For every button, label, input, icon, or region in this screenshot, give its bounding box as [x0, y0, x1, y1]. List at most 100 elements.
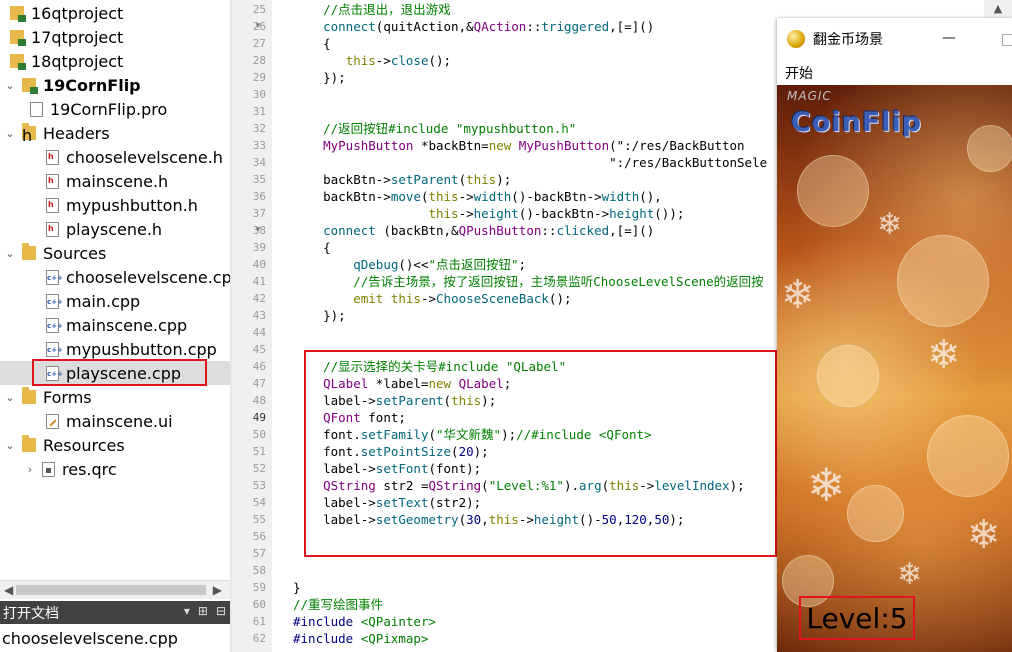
tree-horizontal-scrollbar[interactable]: ◀ ▶ — [0, 580, 230, 599]
code-line[interactable]: ":/res/BackButtonSele — [293, 154, 767, 171]
tree-item[interactable]: h mainscene.h — [0, 169, 230, 193]
tree-item-label: Headers — [43, 123, 110, 143]
bokeh-light — [797, 155, 869, 227]
tree-item[interactable]: 18qtproject — [0, 49, 230, 73]
open-documents-title: 打开文档 — [3, 605, 59, 622]
snowflake-icon: ❄ — [897, 557, 923, 592]
tree-item[interactable]: h chooselevelscene.h — [0, 145, 230, 169]
collapse-arrow-icon[interactable]: ⌄ — [4, 439, 16, 452]
snowflake-icon: ❄ — [877, 207, 903, 242]
tree-item[interactable]: ⌄ h Headers — [0, 121, 230, 145]
line-number: 29 — [252, 71, 266, 84]
bokeh-light — [847, 485, 904, 542]
collapse-arrow-icon[interactable]: ⌄ — [4, 247, 16, 260]
line-number: 27 — [252, 37, 266, 50]
code-line[interactable]: backBtn->setParent(this); — [293, 171, 511, 188]
tree-item-label: mypushbutton.cpp — [66, 339, 217, 359]
split-icon[interactable]: ⊞ — [198, 604, 208, 618]
qt-project-icon — [10, 54, 26, 70]
line-number: 30 — [252, 88, 266, 101]
expand-arrow-icon[interactable]: › — [24, 463, 36, 476]
code-line[interactable]: emit this->ChooseSceneBack(); — [293, 290, 571, 307]
open-document-item[interactable]: chooselevelscene.cpp — [0, 624, 230, 652]
editor-scroll-up-icon[interactable]: ▲ — [984, 0, 1012, 18]
scroll-left-icon[interactable]: ◀ — [4, 583, 13, 597]
game-window-title: 翻金币场景 — [813, 32, 883, 48]
code-line[interactable]: { — [293, 35, 331, 52]
code-line[interactable]: this->height()-backBtn->height()); — [293, 205, 684, 222]
code-line[interactable]: #include <QPixmap> — [293, 630, 428, 647]
code-line[interactable]: connect(quitAction,&QAction::triggered,[… — [293, 18, 654, 35]
line-number: 34 — [252, 156, 266, 169]
headers-folder-icon: h — [22, 123, 36, 145]
dropdown-icon[interactable]: ▾ — [184, 604, 190, 618]
code-line[interactable]: }); — [293, 307, 346, 324]
qt-project-icon — [10, 30, 26, 46]
fold-arrow-icon[interactable]: ▾ — [253, 222, 263, 239]
resources-folder-icon — [22, 435, 36, 452]
code-line[interactable]: qDebug()<<"点击返回按钮"; — [293, 256, 526, 273]
header-file-icon: h — [46, 149, 59, 165]
game-window-titlebar[interactable]: 翻金币场景 — — [777, 18, 1012, 60]
line-number: 58 — [252, 564, 266, 577]
code-line[interactable]: //告诉主场景，按了返回按钮，主场景监听ChooseLevelScene的返回按 — [293, 273, 763, 290]
code-line[interactable]: }); — [293, 69, 346, 86]
line-number: 28 — [252, 54, 266, 67]
snowflake-icon: ❄ — [807, 458, 846, 512]
code-line[interactable]: backBtn->move(this->width()-backBtn->wid… — [293, 188, 662, 205]
tree-item[interactable]: › res.qrc — [0, 457, 230, 481]
tree-item[interactable]: mainscene.ui — [0, 409, 230, 433]
tree-item[interactable]: ⌄ Sources — [0, 241, 230, 265]
code-line[interactable]: //重写绘图事件 — [293, 596, 383, 613]
line-number: 25 — [252, 3, 266, 16]
scroll-thumb[interactable] — [16, 585, 206, 595]
code-line[interactable]: { — [293, 239, 331, 256]
collapse-arrow-icon[interactable]: ⌄ — [4, 79, 16, 92]
tree-item[interactable]: c++ main.cpp — [0, 289, 230, 313]
line-number: 39 — [252, 241, 266, 254]
collapse-arrow-icon[interactable]: ⌄ — [4, 391, 16, 404]
code-line[interactable]: //返回按钮#include "mypushbutton.h" — [293, 120, 576, 137]
maximize-button[interactable] — [1002, 34, 1012, 46]
tree-item[interactable]: 19CornFlip.pro — [0, 97, 230, 121]
project-tree[interactable]: 16qtproject 17qtproject 18qtproject ⌄ 19Corn… — [0, 0, 230, 580]
bokeh-light — [897, 235, 989, 327]
tree-item[interactable]: c++ chooselevelscene.cpp — [0, 265, 230, 289]
fold-arrow-icon[interactable]: ▾ — [253, 18, 263, 35]
tree-item[interactable]: ⌄ Forms — [0, 385, 230, 409]
code-line[interactable]: } — [293, 579, 301, 596]
cpp-file-icon: c++ — [46, 293, 63, 309]
code-line[interactable]: connect (backBtn,&QPushButton::clicked,[… — [293, 222, 654, 239]
tree-item[interactable]: c++ mypushbutton.cpp — [0, 337, 230, 361]
code-line[interactable]: MyPushButton *backBtn=new MyPushButton("… — [293, 137, 744, 154]
tree-item[interactable]: ⌄ Resources — [0, 433, 230, 457]
tree-item-label: chooselevelscene.cpp — [66, 267, 230, 287]
highlight-box-tree — [32, 359, 207, 386]
tree-item[interactable]: c++ mainscene.cpp — [0, 313, 230, 337]
tree-item[interactable]: 17qtproject — [0, 25, 230, 49]
tree-item[interactable]: h playscene.h — [0, 217, 230, 241]
minimize-button[interactable]: — — [942, 30, 956, 46]
qt-project-icon — [22, 78, 38, 94]
tree-item-label: mainscene.h — [66, 171, 169, 191]
tree-item[interactable]: 16qtproject — [0, 1, 230, 25]
line-number: 50 — [252, 428, 266, 441]
code-line[interactable]: //点击退出，退出游戏 — [293, 1, 451, 18]
snowflake-icon: ❄ — [781, 272, 815, 318]
pro-file-icon — [30, 101, 43, 117]
scroll-right-icon[interactable]: ▶ — [213, 583, 222, 597]
tree-item[interactable]: h mypushbutton.h — [0, 193, 230, 217]
forms-folder-icon — [22, 387, 36, 404]
tree-item[interactable]: ⌄ 19CornFlip — [0, 73, 230, 97]
menu-start[interactable]: 开始 — [785, 63, 813, 83]
line-number: 37 — [252, 207, 266, 220]
qrc-file-icon — [42, 461, 55, 477]
ui-file-icon — [46, 413, 59, 429]
close-pane-icon[interactable]: ⊟ — [216, 604, 226, 618]
code-line[interactable]: this->close(); — [293, 52, 451, 69]
tree-item-label: playscene.h — [66, 219, 163, 239]
game-window[interactable]: 翻金币场景 — 开始 ❄ ❄ ❄ ❄ ❄ ❄ MAGIC CoinFlip Le… — [777, 18, 1012, 652]
code-line[interactable]: #include <QPainter> — [293, 613, 436, 630]
collapse-arrow-icon[interactable]: ⌄ — [4, 127, 16, 140]
line-number: 53 — [252, 479, 266, 492]
